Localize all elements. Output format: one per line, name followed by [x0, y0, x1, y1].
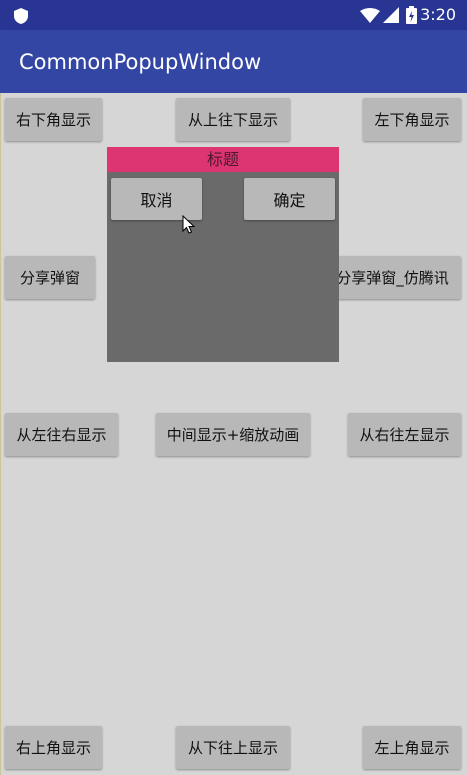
popup-window: 标题 取消 确定 — [107, 147, 339, 362]
center-scale-button[interactable]: 中间显示+缩放动画 — [156, 413, 310, 456]
battery-icon — [406, 6, 417, 24]
popup-cancel-button[interactable]: 取消 — [111, 178, 202, 220]
share-popup-tencent-button[interactable]: 分享弹窗_仿腾讯 — [324, 256, 461, 299]
app-bar: CommonPopupWindow — [0, 30, 467, 93]
mouse-cursor-icon — [182, 215, 196, 234]
wifi-icon — [360, 8, 380, 23]
shield-icon — [14, 8, 28, 24]
top-right-button[interactable]: 右上角显示 — [5, 726, 102, 769]
bottom-to-top-button[interactable]: 从下往上显示 — [176, 726, 290, 769]
status-bar: 3:20 — [0, 0, 467, 30]
top-to-bottom-button[interactable]: 从上往下显示 — [176, 98, 290, 141]
left-to-right-button[interactable]: 从左往右显示 — [5, 413, 118, 456]
popup-title: 标题 — [107, 147, 339, 172]
top-left-button[interactable]: 左上角显示 — [363, 726, 461, 769]
bottom-left-button[interactable]: 左下角显示 — [363, 98, 461, 141]
bottom-right-button[interactable]: 右下角显示 — [5, 98, 102, 141]
share-popup-button[interactable]: 分享弹窗 — [5, 256, 95, 299]
status-time: 3:20 — [420, 5, 456, 24]
popup-confirm-button[interactable]: 确定 — [244, 178, 335, 220]
app-title: CommonPopupWindow — [19, 50, 262, 74]
right-to-left-button[interactable]: 从右往左显示 — [348, 413, 461, 456]
signal-icon — [383, 7, 399, 23]
